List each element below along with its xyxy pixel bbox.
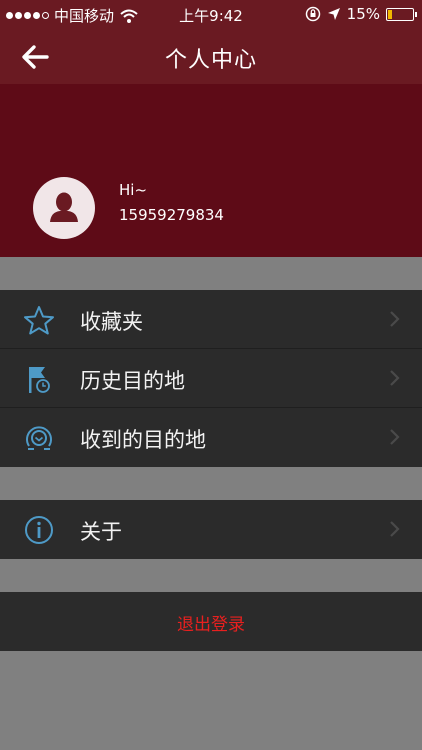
menu-item-label: 收到的目的地 — [80, 428, 206, 452]
flag-clock-icon — [29, 367, 50, 393]
star-icon — [24, 306, 54, 335]
logout-label: 退出登录 — [177, 615, 245, 635]
logout-button[interactable]: 退出登录 — [0, 592, 422, 651]
menu-group-about: 关于 — [0, 500, 422, 559]
profile-greeting: Hi~ — [119, 181, 148, 199]
nav-bar: 个人中心 — [0, 30, 422, 84]
battery-percent: 15% — [346, 5, 380, 23]
chevron-right-icon — [390, 429, 400, 445]
rotation-lock-icon — [305, 6, 320, 22]
profile-phone: 15959279834 — [119, 206, 224, 224]
user-silhouette-icon — [50, 192, 78, 222]
menu-item-label: 收藏夹 — [80, 310, 143, 334]
menu-group-destinations: 收藏夹 历史目的地 收到的目的地 — [0, 290, 422, 467]
location-arrow-icon — [327, 8, 340, 20]
menu-item-history[interactable]: 历史目的地 — [0, 349, 422, 408]
menu-item-about[interactable]: 关于 — [0, 500, 422, 559]
chevron-right-icon — [390, 311, 400, 327]
avatar[interactable] — [33, 177, 95, 239]
menu-item-label: 历史目的地 — [80, 369, 185, 393]
profile-header: Hi~ 15959279834 — [0, 84, 422, 257]
menu-item-favorites[interactable]: 收藏夹 — [0, 290, 422, 349]
battery-icon — [386, 7, 417, 21]
info-icon — [25, 516, 53, 544]
page-title: 个人中心 — [164, 48, 257, 73]
status-bar: 中国移动 上午9:42 15% — [0, 0, 422, 30]
received-destination-icon — [26, 426, 52, 450]
chevron-right-icon — [390, 370, 400, 386]
menu-item-label: 关于 — [80, 520, 122, 544]
chevron-right-icon — [390, 521, 400, 537]
status-right: 15% — [305, 5, 417, 23]
menu-item-received[interactable]: 收到的目的地 — [0, 408, 422, 467]
